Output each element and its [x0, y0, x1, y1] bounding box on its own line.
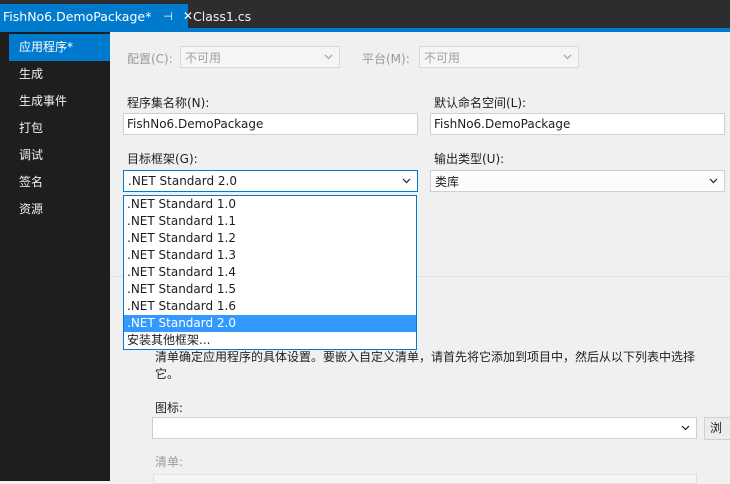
chevron-down-icon	[681, 425, 690, 431]
manifest-select[interactable]	[153, 474, 697, 484]
pin-icon[interactable]: ⊣	[163, 10, 173, 23]
framework-option[interactable]: .NET Standard 1.0	[124, 196, 416, 213]
assembly-name-input[interactable]: FishNo6.DemoPackage	[123, 113, 418, 135]
document-tab-bar: FishNo6.DemoPackage* ⊣ ✕ Class1.cs	[0, 0, 730, 32]
default-namespace-label: 默认命名空间(L):	[434, 96, 527, 110]
framework-option[interactable]: .NET Standard 1.3	[124, 247, 416, 264]
chevron-down-icon	[709, 178, 718, 184]
config-value: 不可用	[185, 50, 222, 65]
framework-option[interactable]: .NET Standard 1.6	[124, 298, 416, 315]
chevron-down-icon	[324, 54, 333, 60]
output-type-select[interactable]: 类库	[430, 170, 725, 192]
browse-button[interactable]: 浏览...	[704, 417, 730, 440]
target-framework-value: .NET Standard 2.0	[128, 174, 238, 188]
framework-option[interactable]: .NET Standard 1.5	[124, 281, 416, 298]
icon-select[interactable]	[152, 417, 697, 439]
sidebar-item-build[interactable]: 生成	[0, 61, 110, 88]
sidebar-item-build-events[interactable]: 生成事件	[0, 88, 110, 115]
framework-option-selected[interactable]: .NET Standard 2.0	[124, 315, 416, 332]
sidebar-item-resources[interactable]: 资源	[0, 196, 110, 223]
install-other-frameworks-option[interactable]: 安装其他框架...	[124, 332, 416, 349]
manifest-label: 清单:	[155, 455, 184, 469]
sidebar-item-debug[interactable]: 调试	[0, 142, 110, 169]
sidebar-item-signing[interactable]: 签名	[0, 169, 110, 196]
target-framework-label: 目标框架(G):	[127, 152, 198, 166]
config-label: 配置(C):	[127, 52, 173, 66]
chevron-down-icon	[402, 178, 411, 184]
platform-select[interactable]: 不可用	[419, 46, 579, 68]
output-type-value: 类库	[435, 174, 460, 189]
target-framework-select[interactable]: .NET Standard 2.0	[123, 170, 418, 192]
tab-class1-cs[interactable]: Class1.cs	[188, 4, 273, 28]
tab-title: Class1.cs	[193, 8, 252, 24]
output-type-label: 输出类型(U):	[434, 152, 505, 166]
config-select[interactable]: 不可用	[180, 46, 340, 68]
sidebar-item-application[interactable]: 应用程序*	[9, 34, 110, 61]
framework-option[interactable]: .NET Standard 1.2	[124, 230, 416, 247]
tab-title: FishNo6.DemoPackage*	[3, 8, 152, 24]
properties-sidebar: 应用程序* 生成 生成事件 打包 调试 签名 资源	[0, 32, 110, 481]
manifest-description: 清单确定应用程序的具体设置。要嵌入自定义清单，请首先将它添加到项目中，然后从以下…	[155, 350, 696, 381]
platform-value: 不可用	[424, 50, 461, 65]
assembly-name-label: 程序集名称(N):	[127, 96, 210, 110]
sidebar-item-package[interactable]: 打包	[0, 115, 110, 142]
target-framework-dropdown-list: .NET Standard 1.0 .NET Standard 1.1 .NET…	[123, 195, 417, 350]
framework-option[interactable]: .NET Standard 1.1	[124, 213, 416, 230]
tab-fishno6-demopackage[interactable]: FishNo6.DemoPackage* ⊣ ✕	[0, 4, 193, 28]
default-namespace-input[interactable]: FishNo6.DemoPackage	[430, 113, 725, 135]
icon-label: 图标:	[155, 401, 184, 415]
framework-option[interactable]: .NET Standard 1.4	[124, 264, 416, 281]
application-page: 配置(C): 不可用 平台(M): 不可用 程序集名称(N): FishNo6.…	[110, 32, 730, 484]
platform-label: 平台(M):	[362, 52, 410, 66]
chevron-down-icon	[563, 54, 572, 60]
